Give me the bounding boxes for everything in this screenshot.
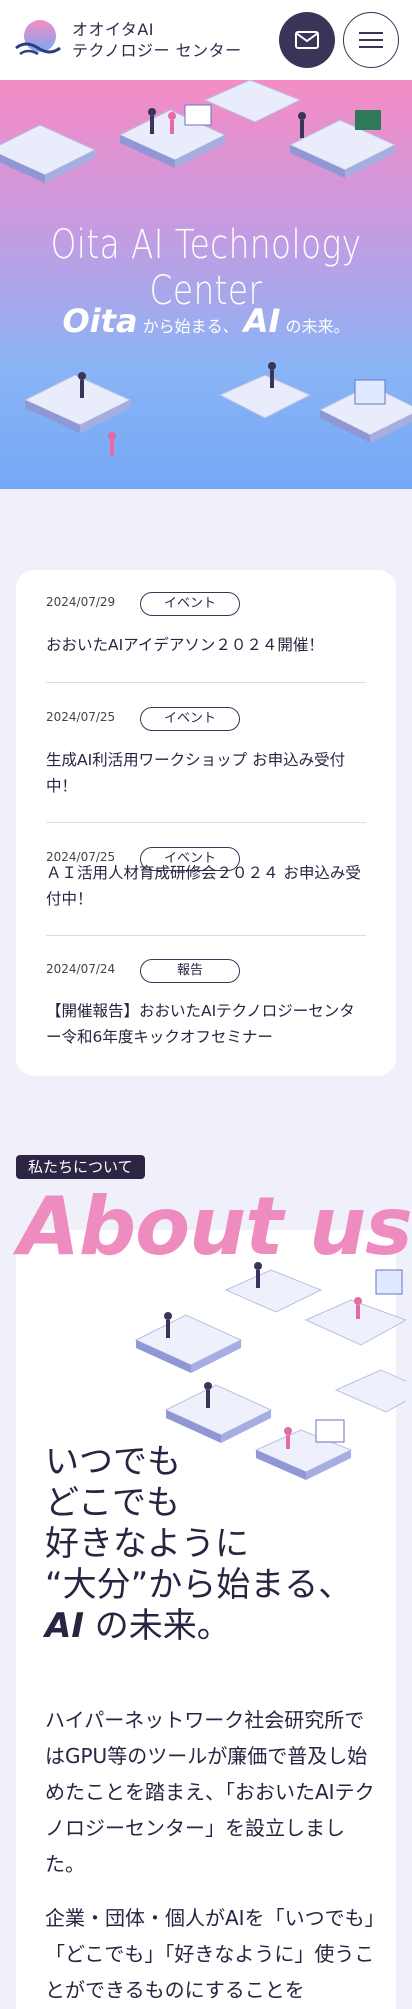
hero-tag-end: の未来。 bbox=[285, 317, 350, 336]
news-divider bbox=[46, 935, 366, 936]
site-header: オオイタAI テクノロジー センター bbox=[0, 0, 412, 80]
about-paragraph-2: 企業・団体・個人がAIを「いつでも」「どこでも」「好きなように」使うことができる… bbox=[45, 1906, 375, 2002]
news-category-tag[interactable]: イベント bbox=[140, 707, 240, 731]
about-title-en: About us bbox=[18, 1180, 412, 1273]
news-category-tag[interactable]: イベント bbox=[140, 592, 240, 616]
hamburger-icon bbox=[359, 32, 383, 48]
news-divider bbox=[46, 682, 366, 683]
hero-tag-oita: Oita bbox=[62, 302, 138, 340]
about-headline: いつでも どこでも 好きなように “大分”から始まる、 AI の未来。 bbox=[45, 1442, 352, 1647]
hero-tagline: Oita から始まる、 AI の未来。 bbox=[0, 302, 412, 340]
about-head-line5: AI の未来。 bbox=[45, 1606, 352, 1647]
envelope-icon bbox=[295, 31, 319, 49]
about-head-line3: 好きなように bbox=[45, 1524, 249, 1564]
hero-title: Oita AI Technology Center bbox=[50, 222, 362, 314]
news-title-link[interactable]: 【開催報告】おおいたAIテクノロジーセンター令和6年度キックオフセミナー bbox=[46, 998, 366, 1050]
news-list: 2024/07/29 イベント おおいたAIアイデアソン２０２４開催！ 2024… bbox=[16, 570, 396, 1076]
news-title-link[interactable]: 生成AI利活用ワークショップ お申込み受付中！ bbox=[46, 747, 366, 799]
contact-mail-button[interactable] bbox=[279, 12, 335, 68]
about-paragraph-1: ハイパーネットワーク社会研究所ではGPU等のツールが廉価で普及し始めたことを踏ま… bbox=[45, 1708, 375, 1876]
menu-button[interactable] bbox=[343, 12, 399, 68]
about-head-line5-rest: の未来。 bbox=[83, 1606, 231, 1646]
hero-tag-mid: から始まる、 bbox=[142, 317, 239, 336]
news-divider bbox=[46, 822, 366, 823]
about-head-line2: どこでも bbox=[45, 1483, 180, 1523]
news-date: 2024/07/29 bbox=[46, 595, 116, 609]
about-head-ai: AI bbox=[45, 1606, 84, 1646]
hero-banner: Oita AI Technology Center Oita から始まる、 AI… bbox=[0, 80, 412, 489]
news-title-link[interactable]: おおいたAIアイデアソン２０２４開催！ bbox=[46, 632, 366, 658]
news-date: 2024/07/24 bbox=[46, 962, 116, 976]
news-category-tag[interactable]: 報告 bbox=[140, 959, 240, 983]
about-section-badge: 私たちについて bbox=[16, 1155, 145, 1179]
hero-tag-ai: AI bbox=[243, 302, 281, 340]
about-head-line4: “大分”から始まる、 bbox=[45, 1565, 353, 1605]
about-head-line1: いつでも bbox=[45, 1442, 181, 1482]
news-title-link[interactable]: ＡＩ活用人材育成研修会２０２４ お申込み受付中！ bbox=[46, 860, 366, 912]
logo-line-1: オオイタAI bbox=[72, 20, 155, 39]
logo-text[interactable]: オオイタAI テクノロジー センター bbox=[72, 19, 242, 61]
news-date: 2024/07/25 bbox=[46, 710, 116, 724]
logo-line-2: テクノロジー センター bbox=[72, 41, 242, 60]
logo-icon[interactable] bbox=[14, 18, 62, 62]
